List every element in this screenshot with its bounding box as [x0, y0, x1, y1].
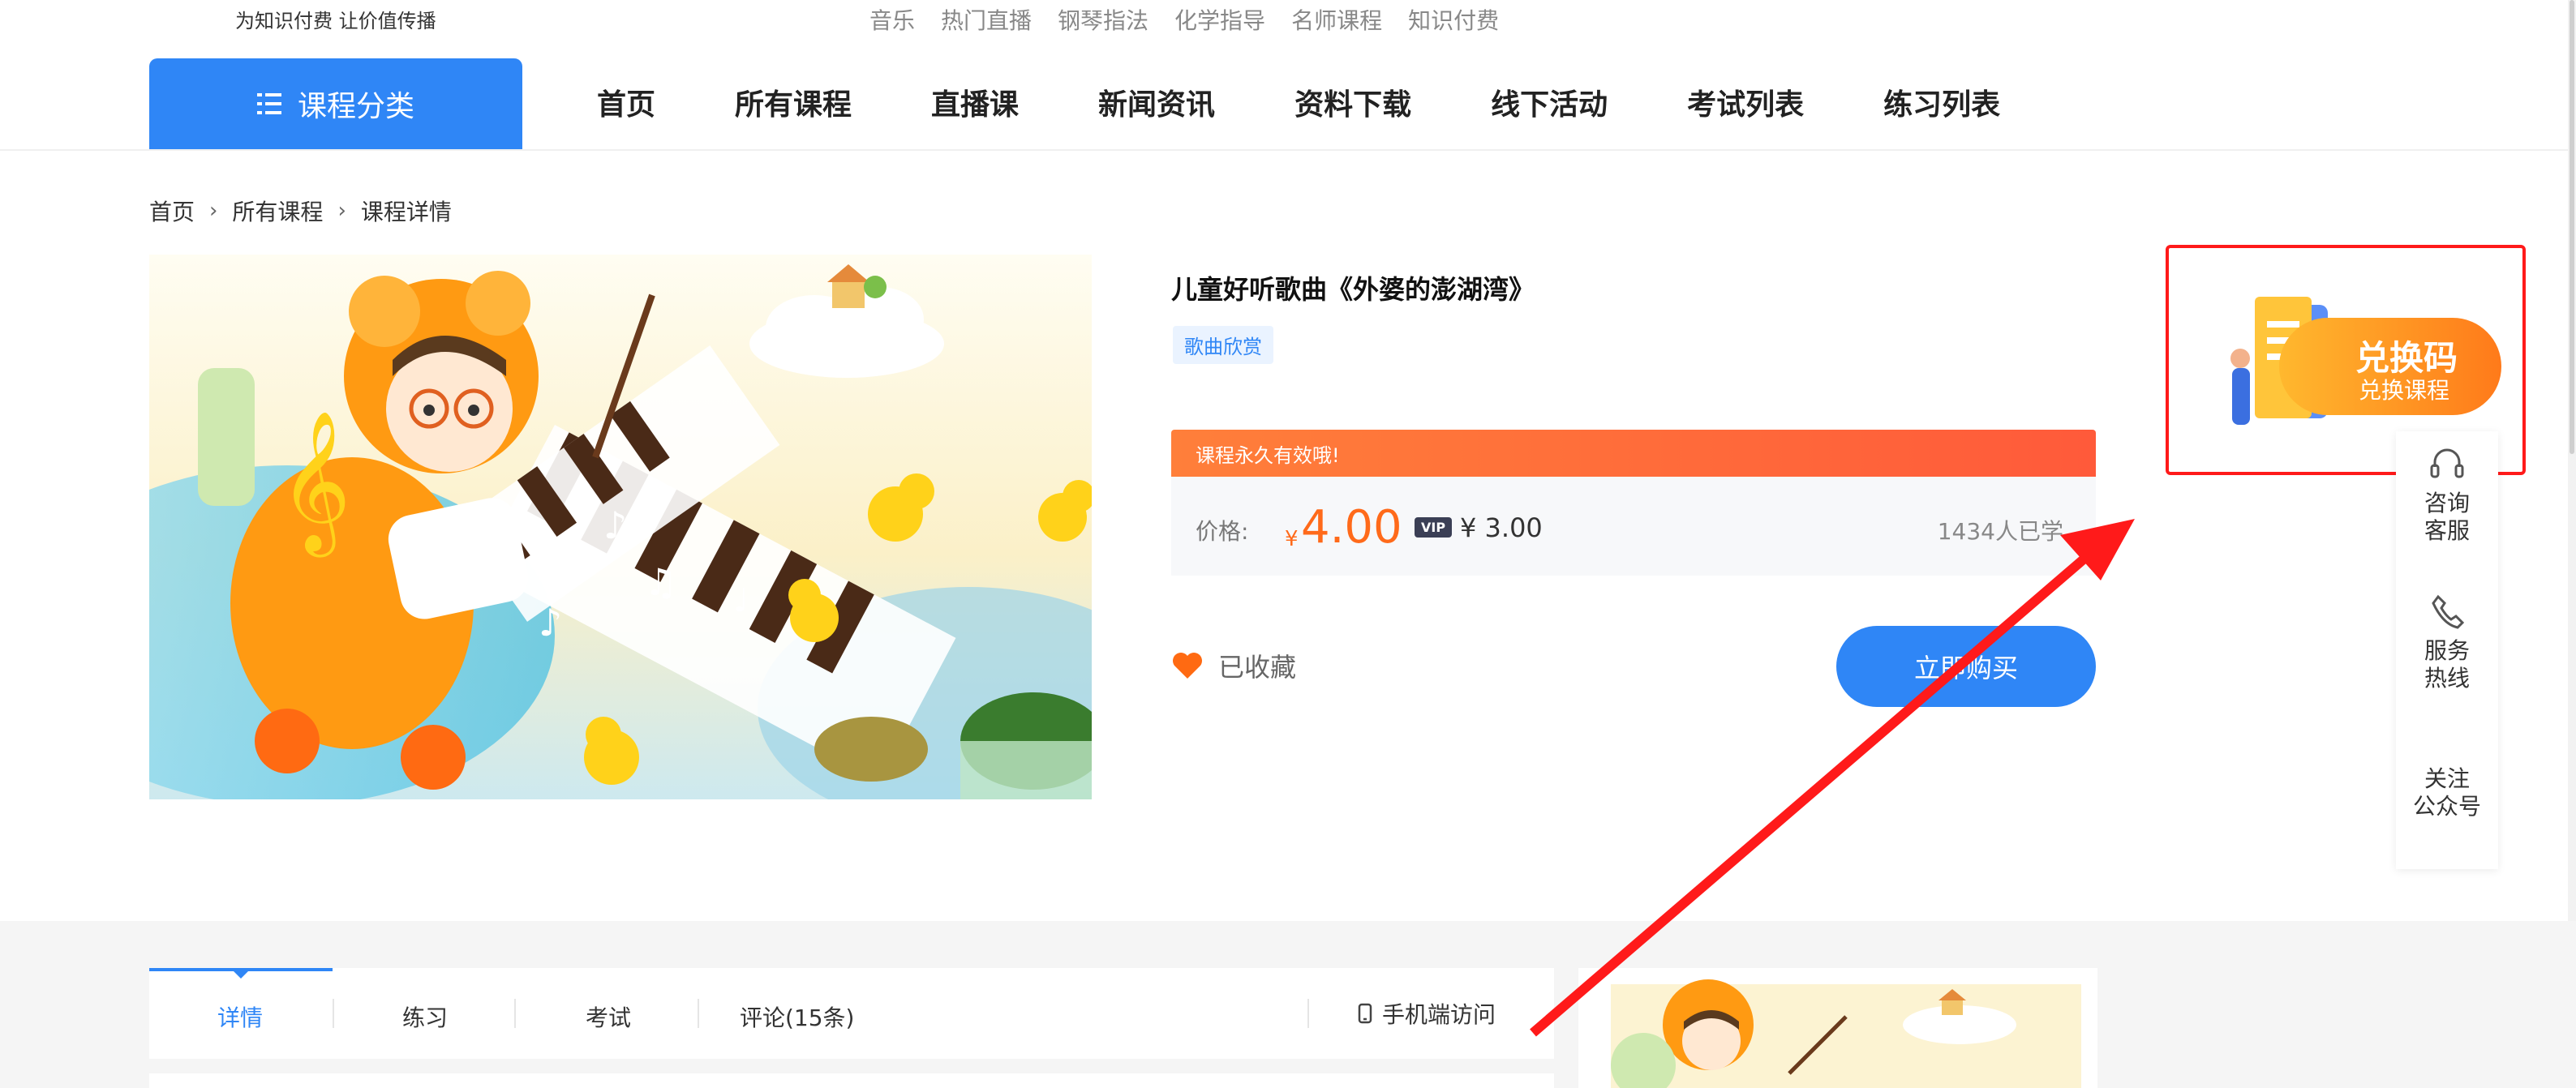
vip-badge: VIP	[1415, 517, 1453, 538]
chevron-right-icon: ›	[337, 199, 346, 223]
active-tab-pointer	[234, 971, 248, 979]
svg-text:♩: ♩	[733, 582, 749, 619]
nav-item-live[interactable]: 直播课	[931, 81, 1019, 123]
promo-banner: 课程永久有效哦!	[1171, 430, 2096, 477]
side-item-label: 关注	[2424, 765, 2470, 792]
nav-item-exams[interactable]: 考试列表	[1687, 81, 1804, 123]
svg-text:𝄞: 𝄞	[279, 410, 351, 558]
breadcrumb: 首页 › 所有课程 › 课程详情	[149, 195, 452, 227]
mobile-access-label: 手机端访问	[1382, 1001, 1496, 1028]
svg-text:♪: ♪	[539, 601, 562, 645]
site-slogan: 为知识付费 让价值传播	[235, 10, 436, 32]
breadcrumb-all-courses[interactable]: 所有课程	[232, 195, 323, 227]
favorite-toggle[interactable]: 已收藏	[1171, 647, 1296, 684]
course-category-button[interactable]: 课程分类	[149, 58, 522, 149]
mobile-access-link[interactable]: 手机端访问	[1358, 997, 1496, 1030]
currency-symbol: ¥	[1285, 527, 1299, 551]
side-item-label: 咨询	[2424, 490, 2470, 516]
course-title: 儿童好听歌曲《外婆的澎湖湾》	[1171, 274, 1535, 305]
nav-item-news[interactable]: 新闻资讯	[1098, 81, 1215, 123]
headset-icon	[2430, 448, 2464, 478]
heart-icon	[1173, 653, 1202, 679]
hotword-link[interactable]: 名师课程	[1291, 3, 1382, 36]
related-course-thumbnail	[1578, 968, 2097, 1088]
svg-text:♫: ♫	[644, 560, 677, 604]
page: 为知识付费 让价值传播 音乐 热门直播 钢琴指法 化学指导 名师课程 知识付费 …	[0, 0, 2576, 1088]
tab-divider	[698, 999, 699, 1028]
hotword-link[interactable]: 化学指导	[1174, 3, 1265, 36]
official-account-item[interactable]: 关注 公众号	[2396, 765, 2498, 820]
side-item-label: 服务	[2424, 637, 2470, 664]
hotword-link[interactable]: 知识付费	[1408, 3, 1499, 36]
tab-comments[interactable]: 评论(15条)	[740, 1000, 854, 1033]
nav-item-practice[interactable]: 练习列表	[1883, 81, 2000, 123]
nav-item-all-courses[interactable]: 所有课程	[735, 81, 852, 123]
detail-tabs: 详情 练习 考试 评论(15条) 手机端访问	[149, 968, 1554, 1059]
hot-search-words: 音乐 热门直播 钢琴指法 化学指导 名师课程 知识付费	[869, 3, 1499, 36]
buy-now-button[interactable]: 立即购买	[1836, 626, 2096, 707]
breadcrumb-current: 课程详情	[360, 199, 452, 225]
course-cover-image: 𝄞 ♪ ♫ ♪ ♩	[149, 255, 1092, 799]
phone-icon	[2432, 594, 2465, 629]
nav-divider	[0, 149, 2576, 151]
chevron-right-icon: ›	[209, 199, 218, 223]
scrollbar-thumb[interactable]	[2570, 0, 2574, 454]
svg-text:♪: ♪	[603, 503, 627, 547]
tab-divider	[514, 999, 516, 1028]
tab-divider	[1307, 999, 1309, 1028]
side-item-label: 热线	[2424, 665, 2470, 692]
nav-item-home[interactable]: 首页	[597, 81, 655, 123]
course-tag[interactable]: 歌曲欣赏	[1173, 326, 1273, 364]
main-nav: 首页 所有课程 直播课 新闻资讯 资料下载 线下活动 考试列表 练习列表	[597, 81, 2080, 123]
mobile-phone-icon	[1358, 1003, 1372, 1024]
favorite-label: 已收藏	[1218, 652, 1297, 683]
price-panel: 价格: ¥ 4.00 VIP ¥ 3.00 1434人已学	[1171, 477, 2096, 576]
tab-details[interactable]: 详情	[217, 1000, 263, 1033]
price-value: 4.00	[1301, 501, 1402, 554]
customer-service-item[interactable]: 咨询 客服	[2396, 443, 2498, 545]
nav-item-downloads[interactable]: 资料下载	[1294, 81, 1411, 123]
related-course-card[interactable]	[1578, 968, 2097, 1088]
nav-item-offline[interactable]: 线下活动	[1491, 81, 1608, 123]
tab-divider	[333, 999, 334, 1028]
tab-practice[interactable]: 练习	[402, 1000, 448, 1033]
hotword-link[interactable]: 热门直播	[941, 3, 1032, 36]
breadcrumb-home[interactable]: 首页	[149, 195, 195, 227]
cover-illustration: 𝄞 ♪ ♫ ♪ ♩	[149, 255, 1092, 799]
category-label: 课程分类	[297, 90, 414, 123]
hotword-link[interactable]: 钢琴指法	[1058, 3, 1148, 36]
side-item-label: 公众号	[2412, 793, 2481, 820]
hotword-link[interactable]: 音乐	[869, 3, 915, 36]
service-hotline-item[interactable]: 服务 热线	[2396, 590, 2498, 692]
tab-content-area	[149, 1073, 1554, 1088]
learner-count: 1434人已学	[1937, 518, 2063, 545]
price-label: 价格:	[1196, 518, 1249, 545]
list-icon	[256, 93, 281, 114]
tab-exam[interactable]: 考试	[586, 1000, 631, 1033]
side-toolbar: 咨询 客服 服务 热线 关注 公众号	[2396, 431, 2498, 869]
vip-price: ¥ 3.00	[1460, 512, 1543, 543]
side-item-label: 客服	[2424, 517, 2470, 544]
redeem-subtitle: 兑换课程	[2359, 377, 2450, 404]
